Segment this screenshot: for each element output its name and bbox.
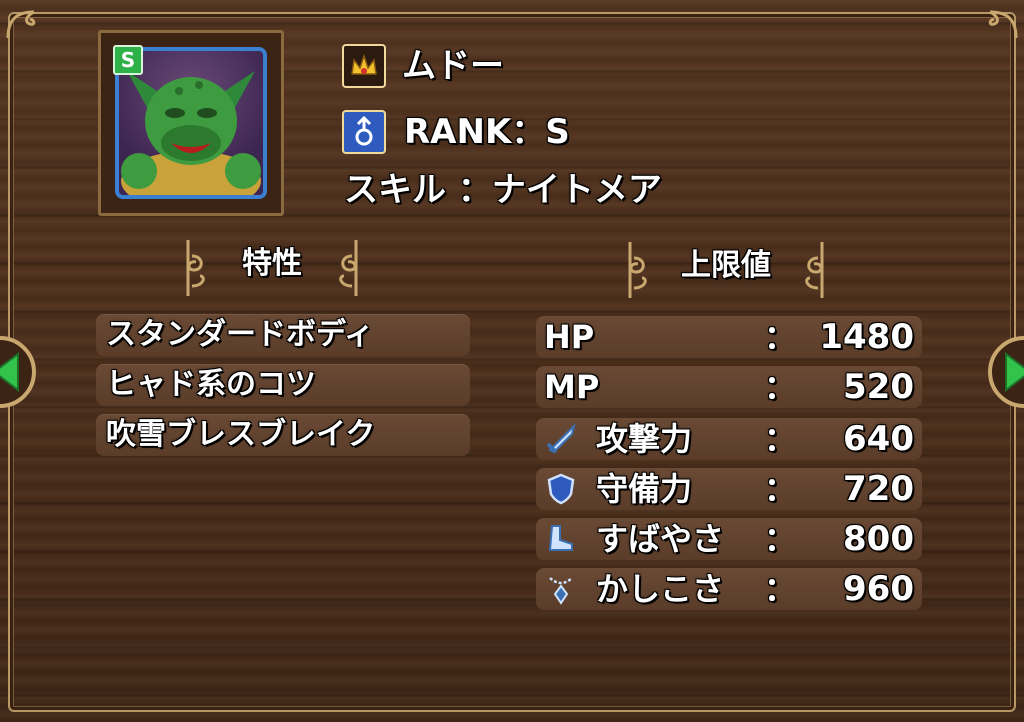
stat-name: HP [544,318,595,356]
monster-name: ムドー [402,46,504,86]
stat-colon: ： [764,520,797,558]
stat-colon: ： [764,318,797,356]
sword-icon [546,422,576,454]
trait-label: スタンダードボディ [106,317,374,352]
stat-row-attack: 攻撃力 ： 640 [536,418,922,460]
corner-ornament-top-right [988,10,1018,39]
stat-value: 800 [843,519,914,559]
stat-row-agility: すばやさ ： 800 [536,518,922,560]
stat-row-wisdom: かしこさ ： 960 [536,568,922,610]
crown-icon [342,44,386,88]
stat-name: MP [544,368,600,406]
stat-name: 攻撃力 [596,420,693,458]
stats-header: 上限値 [624,238,828,302]
stat-value: 960 [843,569,914,609]
stat-colon: ： [764,420,797,458]
stat-colon: ： [764,470,797,508]
stat-value: 720 [843,469,914,509]
corner-ornament-top-left [6,10,36,39]
rank-label: RANK：S [404,112,570,152]
stat-row-defense: 守備力 ： 720 [536,468,922,510]
previous-arrow-button[interactable] [0,330,38,414]
stat-name: すばやさ [596,520,725,558]
next-arrow-button[interactable] [986,330,1024,414]
pendant-icon [549,577,573,605]
trait-label: 吹雪ブレスブレイク [106,417,376,452]
stat-value: 1480 [819,317,914,357]
boot-icon [548,525,573,551]
stat-colon: ： [764,570,797,608]
traits-header-label: 特性 [242,246,302,281]
skill-label: スキル ：ナイトメア [344,170,662,210]
stat-name: 守備力 [596,470,693,508]
trait-label: ヒャド系のコツ [106,367,316,402]
monster-portrait-frame[interactable]: S [98,30,284,216]
traits-header: 特性 [182,236,362,300]
male-symbol-icon [342,110,386,154]
shield-icon [547,473,575,505]
stat-value: 640 [843,419,914,459]
rank-badge: S [113,45,143,75]
stat-name: かしこさ [596,570,725,608]
stat-row-hp: HP ： 1480 [536,316,922,358]
trait-item[interactable]: スタンダードボディ [96,314,470,356]
stat-row-mp: MP ： 520 [536,366,922,408]
stats-header-label: 上限値 [681,248,771,283]
trait-item[interactable]: 吹雪ブレスブレイク [96,414,470,456]
stat-value: 520 [843,367,914,407]
trait-item[interactable]: ヒャド系のコツ [96,364,470,406]
stat-colon: ： [764,368,797,406]
